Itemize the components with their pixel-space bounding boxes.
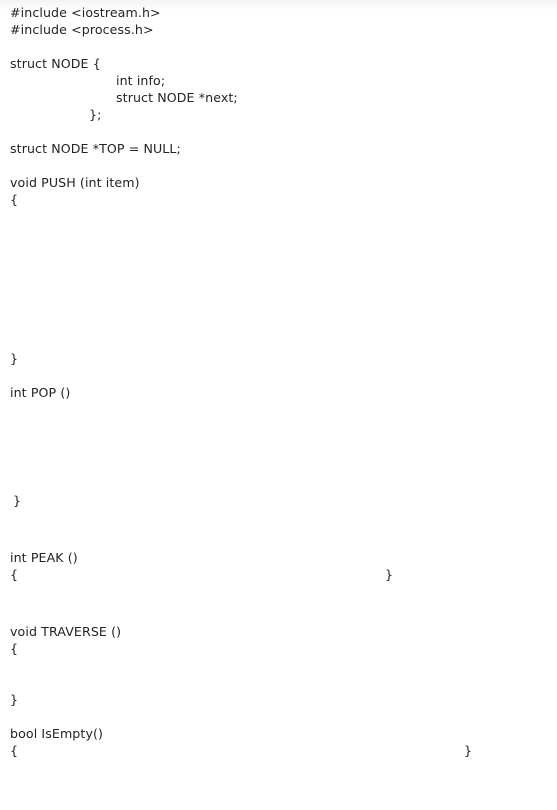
code-line: void TRAVERSE () (0, 623, 557, 640)
push-close-brace-text: } (10, 351, 19, 366)
code-line: } (0, 350, 557, 367)
code-line: bool IsEmpty() (0, 725, 557, 742)
code-line: } (0, 691, 557, 708)
include-process-text: #include <process.h> (10, 22, 154, 37)
code-line: { (0, 191, 557, 208)
peak-close-brace-text: } (385, 567, 394, 582)
code-line: { } (0, 742, 557, 759)
code-line: void PUSH (int item) (0, 174, 557, 191)
traverse-signature-text: void TRAVERSE () (10, 624, 122, 639)
isempty-close-brace-text: } (464, 743, 473, 758)
code-line: #include <iostream.h> (0, 4, 557, 21)
push-signature-text: void PUSH (int item) (10, 175, 140, 190)
code-line: int info; (0, 72, 557, 89)
code-line: } (0, 492, 557, 509)
code-line: { (0, 640, 557, 657)
code-line: struct NODE { (0, 55, 557, 72)
code-line: }; (0, 106, 557, 123)
struct-close-text: }; (89, 107, 102, 122)
peak-open-brace-text: { (10, 567, 19, 582)
code-line: int POP () (0, 384, 557, 401)
code-line: #include <process.h> (0, 21, 557, 38)
code-listing: #include <iostream.h> #include <process.… (0, 0, 557, 784)
isempty-open-brace-text: { (10, 743, 19, 758)
pop-signature-text: int POP () (10, 385, 71, 400)
include-iostream-text: #include <iostream.h> (10, 5, 161, 20)
code-line: struct NODE *next; (0, 89, 557, 106)
struct-open-text: struct NODE { (10, 56, 101, 71)
peak-signature-text: int PEAK () (10, 550, 78, 565)
push-open-brace-text: { (10, 192, 19, 207)
struct-field-info-text: int info; (116, 73, 166, 88)
code-line: { } (0, 566, 557, 583)
isempty-signature-text: bool IsEmpty() (10, 726, 104, 741)
global-top-text: struct NODE *TOP = NULL; (10, 141, 181, 156)
pop-close-brace-text: } (13, 493, 22, 508)
traverse-close-brace-text: } (10, 692, 19, 707)
code-line: int PEAK () (0, 549, 557, 566)
struct-field-next-text: struct NODE *next; (116, 90, 238, 105)
code-line: struct NODE *TOP = NULL; (0, 140, 557, 157)
traverse-open-brace-text: { (10, 641, 19, 656)
